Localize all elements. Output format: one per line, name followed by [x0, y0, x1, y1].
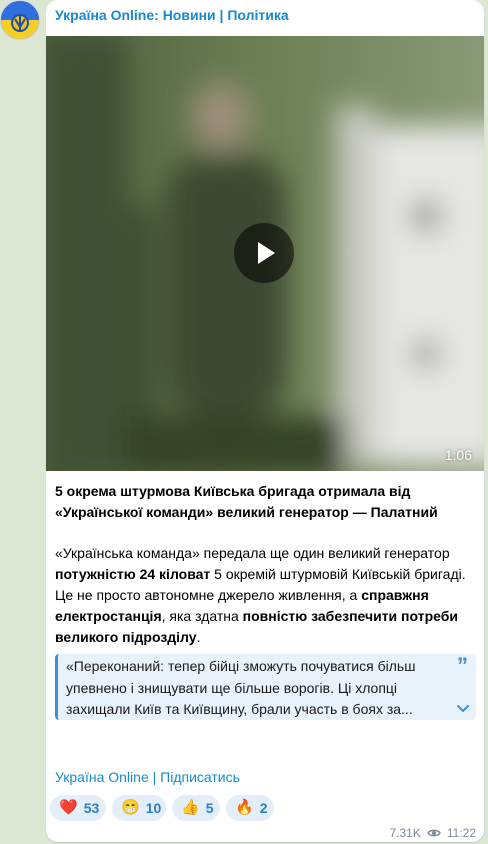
post-title-line-1: 5 окрема штурмова Київська бригада отрим…: [55, 483, 411, 499]
highlight-large-unit: великого підрозділу: [55, 629, 197, 645]
channel-link[interactable]: Україна Online: [55, 769, 149, 785]
message-bubble: Україна Online: Новини | Політика 1:06 5…: [46, 0, 484, 842]
reaction-fire[interactable]: 🔥 2: [226, 795, 274, 821]
reaction-heart[interactable]: ❤️ 53: [50, 795, 106, 821]
highlight-fully-supply: повністю забезпечити потреби: [242, 608, 458, 624]
view-count: 7.31K: [389, 826, 421, 840]
play-button[interactable]: [234, 223, 294, 283]
video-duration: 1:06: [444, 447, 472, 463]
post-body-line-4: електростанція, яка здатна повністю забе…: [55, 606, 475, 627]
reaction-count: 53: [83, 800, 100, 816]
quote-line-3: захищали Київ та Київщину, брали участь …: [66, 701, 413, 717]
quote-block[interactable]: «Переконаний: тепер бійці зможуть почува…: [55, 654, 476, 720]
grin-icon: 😁: [121, 799, 140, 816]
ukraine-flag-avatar-icon: [1, 1, 39, 39]
post-title-line-2: «Української команди» великий генератор …: [55, 504, 438, 520]
play-icon: [258, 242, 275, 264]
fire-icon: 🔥: [235, 799, 254, 816]
quote-mark-icon: ”: [457, 654, 468, 678]
chevron-down-icon[interactable]: [456, 704, 470, 714]
post-title: 5 окрема штурмова Київська бригада отрим…: [55, 481, 475, 523]
post-body-text: Це не просто автономне джерело живлення,…: [55, 587, 362, 603]
footer-links: Україна Online | Підписатись: [55, 769, 240, 785]
reaction-thumbs-up[interactable]: 👍 5: [172, 795, 220, 821]
highlight-real: справжня: [361, 587, 429, 603]
channel-avatar[interactable]: [0, 0, 40, 40]
post-body-line-5: великого підрозділу.: [55, 627, 475, 648]
message-meta: 7.31K 11:22: [390, 826, 477, 840]
message-time: 11:22: [446, 826, 476, 840]
post-body-line-2: потужністю 24 кіловат 5 окремій штурмові…: [55, 564, 475, 585]
post-body-text: , яка здатна: [161, 608, 243, 624]
highlight-power: потужністю 24 кіловат: [55, 566, 211, 582]
post-body-line-3: Це не просто автономне джерело живлення,…: [55, 585, 475, 606]
reaction-count: 2: [259, 800, 268, 816]
post-body-line-1: «Українська команда» передала ще один ве…: [55, 545, 450, 561]
reaction-count: 5: [205, 800, 214, 816]
heart-icon: ❤️: [59, 799, 78, 816]
highlight-power-station: електростанція: [55, 608, 162, 624]
eye-icon: [427, 829, 441, 837]
quote-line-2: упевнено і знищувати ще більше ворогів. …: [66, 679, 398, 696]
post-body-text: 5 окремій штурмовій Київській бригаді.: [210, 566, 466, 582]
post-body: «Українська команда» передала ще один ве…: [55, 543, 475, 648]
reaction-count: 10: [145, 800, 162, 816]
channel-name[interactable]: Україна Online: Новини | Політика: [55, 7, 289, 23]
link-separator: |: [148, 769, 161, 785]
reaction-grin[interactable]: 😁 10: [112, 795, 166, 821]
subscribe-link[interactable]: Підписатись: [160, 769, 240, 785]
quote-text: «Переконаний: тепер бійці зможуть почува…: [66, 656, 442, 720]
post-body-text: .: [196, 629, 201, 645]
quote-line-1: «Переконаний: тепер бійці зможуть почува…: [66, 658, 416, 674]
video-preview[interactable]: 1:06: [46, 36, 484, 471]
thumbs-up-icon: 👍: [181, 799, 200, 816]
